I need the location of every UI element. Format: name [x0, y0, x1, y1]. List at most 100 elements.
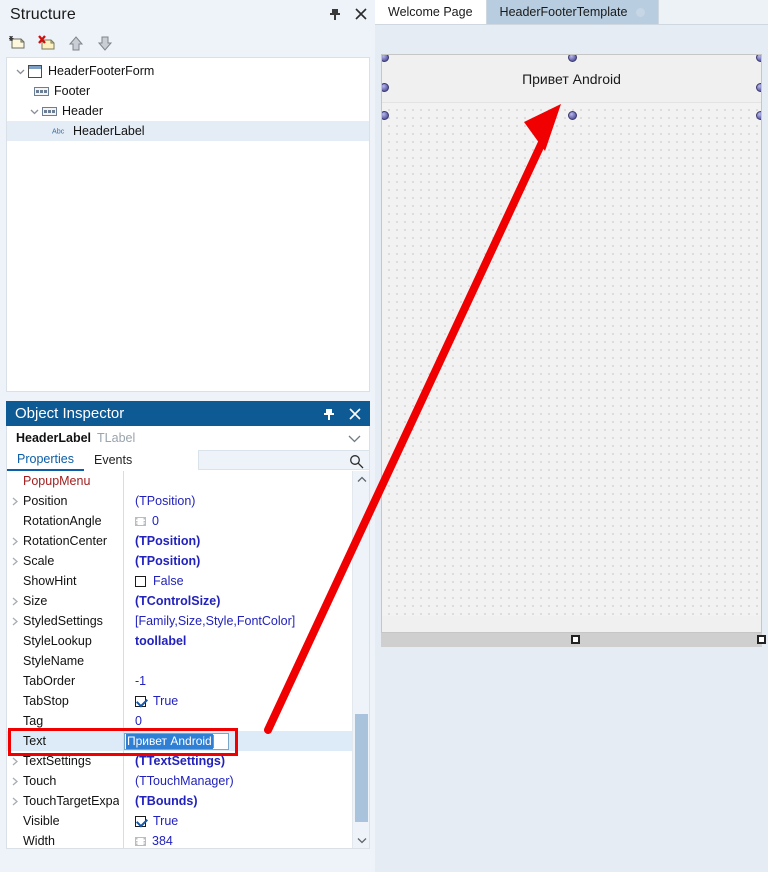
property-name: StyleLookup	[23, 634, 92, 648]
property-row-taborder[interactable]: TabOrder -1	[7, 671, 354, 691]
twisty-expanded-icon[interactable]	[27, 104, 41, 118]
expander-icon[interactable]	[7, 497, 23, 506]
header-label-text[interactable]: Привет Android	[522, 71, 621, 87]
tree-item-headerfooterform[interactable]: HeaderFooterForm	[7, 61, 369, 81]
expander-icon[interactable]	[7, 597, 23, 606]
property-value-cell[interactable]: 384	[124, 834, 354, 848]
property-search-input[interactable]	[198, 450, 370, 470]
property-row-position[interactable]: Position (TPosition)	[7, 491, 354, 511]
property-value[interactable]: [Family,Size,Style,FontColor]	[124, 614, 354, 628]
structure-panel: Structure HeaderFooterForm Footer Header…	[0, 0, 375, 398]
form-icon	[27, 64, 43, 78]
property-value[interactable]: toollabel	[124, 634, 354, 648]
property-value[interactable]: (TPosition)	[124, 494, 354, 508]
new-item-icon[interactable]	[7, 33, 29, 53]
pin-icon[interactable]	[327, 6, 343, 22]
property-row-stylename[interactable]: StyleName	[7, 651, 354, 671]
property-row-touchtargetexpansion[interactable]: TouchTargetExpansion (TBounds)	[7, 791, 354, 811]
resize-handle-bottom-right[interactable]	[757, 635, 766, 644]
expander-icon[interactable]	[7, 757, 23, 766]
chevron-down-icon[interactable]	[348, 432, 361, 446]
close-icon[interactable]	[347, 406, 363, 422]
selection-handle-bottom-center[interactable]	[568, 111, 577, 120]
selection-handle-middle-right[interactable]	[756, 83, 761, 92]
property-grid[interactable]: PopupMenu Position (TPosition) RotationA…	[6, 471, 370, 849]
move-up-icon[interactable]	[65, 33, 87, 53]
property-row-touch[interactable]: Touch (TTouchManager)	[7, 771, 354, 791]
property-value: True	[153, 694, 179, 708]
animation-icon[interactable]	[135, 516, 146, 527]
tab-close-icon[interactable]	[636, 7, 646, 17]
scrollbar-thumb[interactable]	[355, 714, 368, 822]
property-row-styledsettings[interactable]: StyledSettings [Family,Size,Style,FontCo…	[7, 611, 354, 631]
checkbox-checked-icon[interactable]	[135, 815, 146, 827]
property-name: ShowHint	[23, 574, 77, 588]
form-footer-toolbar[interactable]	[382, 616, 761, 632]
form-resize-bar[interactable]	[381, 633, 766, 647]
form-body-grid[interactable]	[382, 103, 761, 618]
property-value[interactable]: (TPosition)	[124, 534, 354, 548]
property-value[interactable]: (TBounds)	[124, 794, 354, 808]
property-row-stylelookup[interactable]: StyleLookup toollabel	[7, 631, 354, 651]
property-row-visible[interactable]: Visible True	[7, 811, 354, 831]
animation-icon[interactable]	[135, 836, 146, 847]
property-row-rotationangle[interactable]: RotationAngle 0	[7, 511, 354, 531]
checkbox-unchecked-icon[interactable]	[135, 575, 146, 587]
checkbox-checked-icon[interactable]	[135, 695, 146, 707]
property-name: TextSettings	[23, 754, 92, 768]
twisty-expanded-icon[interactable]	[13, 64, 27, 78]
property-row-tabstop[interactable]: TabStop True	[7, 691, 354, 711]
selection-handle-top-right[interactable]	[756, 55, 761, 62]
resize-handle-bottom-center[interactable]	[571, 635, 580, 644]
tree-item-headerlabel[interactable]: Abc HeaderLabel	[7, 121, 369, 141]
property-row-rotationcenter[interactable]: RotationCenter (TPosition)	[7, 531, 354, 551]
tabstrip-empty-area	[659, 0, 768, 24]
search-icon[interactable]	[349, 454, 364, 472]
structure-tree[interactable]: HeaderFooterForm Footer Header Abc Heade…	[6, 57, 370, 392]
move-down-icon[interactable]	[94, 33, 116, 53]
expander-icon[interactable]	[7, 537, 23, 546]
form-designer[interactable]: Привет Android	[375, 25, 768, 872]
close-icon[interactable]	[353, 6, 369, 22]
property-name: StyledSettings	[23, 614, 103, 628]
property-grid-scrollbar[interactable]	[352, 471, 369, 848]
form-header-toolbar[interactable]: Привет Android	[382, 55, 761, 103]
scroll-up-icon[interactable]	[353, 471, 369, 488]
expander-icon[interactable]	[7, 617, 23, 626]
property-row-showhint[interactable]: ShowHint False	[7, 571, 354, 591]
tab-events[interactable]: Events	[84, 449, 142, 471]
expander-icon[interactable]	[7, 797, 23, 806]
expander-icon[interactable]	[7, 557, 23, 566]
property-row-size[interactable]: Size (TControlSize)	[7, 591, 354, 611]
tab-headerfootertemplate[interactable]: HeaderFooterTemplate	[486, 0, 660, 24]
property-name: StyleName	[23, 654, 85, 668]
property-name: RotationAngle	[23, 514, 102, 528]
property-value[interactable]: (TTextSettings)	[124, 754, 354, 768]
structure-title: Structure	[10, 6, 76, 23]
expander-icon[interactable]	[7, 777, 23, 786]
property-value: 384	[152, 834, 173, 848]
form-canvas[interactable]: Привет Android	[381, 54, 762, 633]
property-value[interactable]: (TTouchManager)	[124, 774, 354, 788]
property-value-cell[interactable]: True	[124, 694, 354, 708]
tab-properties[interactable]: Properties	[7, 449, 84, 471]
property-row-popupmenu[interactable]: PopupMenu	[7, 471, 354, 491]
property-value[interactable]: (TControlSize)	[124, 594, 354, 608]
property-value[interactable]: 0	[124, 714, 354, 728]
tree-item-footer[interactable]: Footer	[7, 81, 369, 101]
object-inspector-panel: Object Inspector HeaderLabel TLabel Prop…	[0, 398, 375, 872]
property-value-cell[interactable]: False	[124, 574, 354, 588]
property-row-width[interactable]: Width 384	[7, 831, 354, 848]
pin-icon[interactable]	[321, 406, 337, 422]
object-selector[interactable]: HeaderLabel TLabel	[6, 426, 370, 449]
scroll-down-icon[interactable]	[353, 832, 369, 848]
property-value[interactable]: -1	[124, 674, 354, 688]
delete-item-icon[interactable]	[36, 33, 58, 53]
selection-handle-bottom-right[interactable]	[756, 111, 761, 120]
property-row-scale[interactable]: Scale (TPosition)	[7, 551, 354, 571]
tree-item-header[interactable]: Header	[7, 101, 369, 121]
property-value[interactable]: (TPosition)	[124, 554, 354, 568]
property-value-cell[interactable]: 0	[124, 514, 354, 528]
property-value-cell[interactable]: True	[124, 814, 354, 828]
tab-welcome-page[interactable]: Welcome Page	[375, 0, 487, 24]
